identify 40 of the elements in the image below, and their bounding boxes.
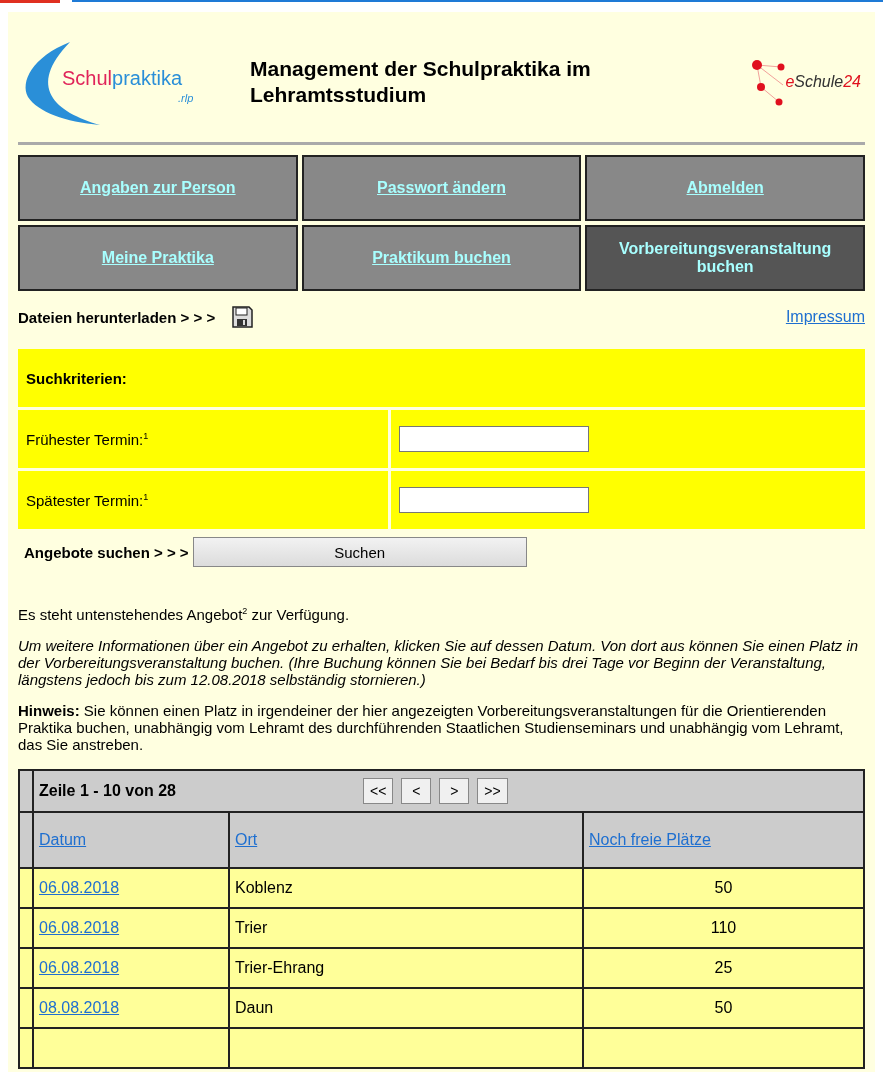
nav-button[interactable]: Meine Praktika — [18, 225, 298, 291]
logo-text: Schulpraktika — [62, 67, 183, 90]
field-label: Spätester Termin:$^{1}$ — [26, 491, 149, 509]
date-link[interactable]: 08.08.2018 — [39, 999, 120, 1016]
table-cell: 50 — [583, 868, 864, 908]
logo-text: eSchule24 — [785, 73, 861, 91]
nav-button[interactable]: Abmelden — [585, 155, 865, 221]
pager-button[interactable]: > — [439, 778, 470, 804]
pager-button[interactable]: << — [363, 778, 394, 804]
info-text: Es steht untenstehendes Angebot$^{2}$ zur Verfügung. — [18, 605, 351, 623]
table-cell: Trier-Ehrang — [229, 948, 583, 988]
nav-button[interactable]: Vorbereitungsveranstaltung buchen — [585, 225, 865, 291]
nav-button[interactable]: Angaben zur Person — [18, 155, 298, 221]
search-heading: Suchkriterien: — [18, 349, 865, 407]
field-label: Frühester Termin:$^{1}$ — [26, 430, 149, 448]
column-header-link[interactable]: Noch freie Plätze — [589, 831, 711, 848]
table-cell: 50 — [583, 988, 864, 1028]
page-title: Management der Schulpraktika im Lehramtsstudium — [250, 56, 592, 108]
row-range: Zeile 1 - 10 von 28 — [39, 782, 177, 800]
date-link[interactable]: 06.08.2018 — [39, 879, 120, 896]
nav-button[interactable]: Praktikum buchen — [301, 225, 582, 291]
info-text: Um weitere Informationen über ein Angebot zu erhalten, klicken Sie auf dessen Datum. Von dort aus können Sie einen Platz in der Vorbereitungsveranstaltung buchen. (Ihre Buchung können Sie bei Bedarf bis drei Tage vor Beginn der Veranstaltung, längstens jedoch bis zum 12.08.2018 selbständig stornieren.) — [18, 637, 860, 688]
search-label: Angebote suchen > > > — [24, 543, 189, 561]
table-cell: Trier — [229, 908, 583, 948]
pager-button[interactable]: < — [401, 778, 432, 804]
date-link[interactable]: 06.08.2018 — [39, 959, 120, 976]
pager-button[interactable]: >> — [477, 778, 508, 804]
search-button[interactable]: Suchen — [192, 537, 527, 567]
logo-subtext: .rlp — [178, 92, 194, 104]
table-cell: Daun — [229, 988, 583, 1028]
date-link[interactable]: 06.08.2018 — [39, 919, 120, 936]
impressum-link[interactable]: Impressum — [785, 308, 865, 326]
nav-button[interactable]: Passwort ändern — [301, 155, 582, 221]
info-text: Hinweis: Sie können einen Platz in irgendeiner der hier angezeigten Vorbereitungsveranstaltungen für die Orientierenden Praktika buchen, unabhängig vom Lehramt des durchführenden Staatlichen Studienseminars und unabhängig vom Lehramt, das Sie anstreben. — [18, 702, 845, 753]
table-cell: 110 — [583, 908, 864, 948]
table-cell: Koblenz — [229, 868, 583, 908]
column-header-link[interactable]: Datum — [39, 831, 87, 848]
table-cell: 25 — [583, 948, 864, 988]
download-label: Dateien herunterladen > > > — [18, 308, 216, 326]
column-header-link[interactable]: Ort — [235, 831, 258, 848]
